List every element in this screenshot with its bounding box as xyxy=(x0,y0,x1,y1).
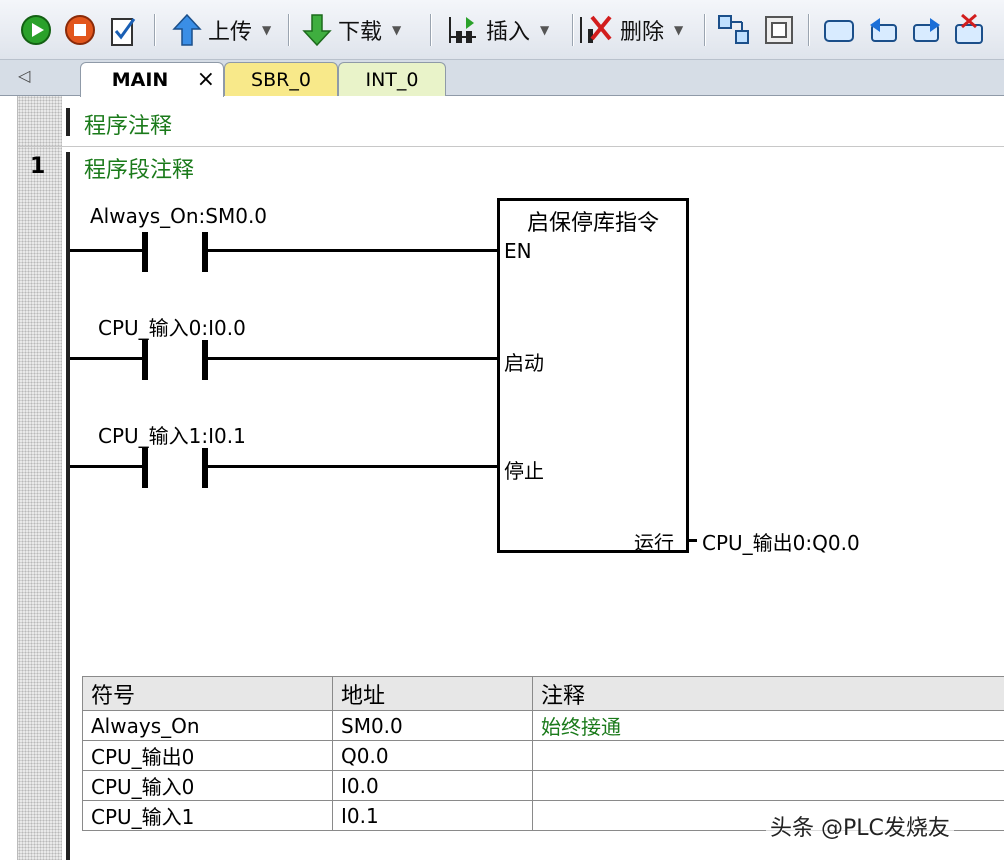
back-arrow-icon xyxy=(870,18,897,42)
wire xyxy=(70,249,146,252)
cell-comment[interactable]: 始终接通 xyxy=(532,710,1004,741)
download-button[interactable]: 下载 ▼ xyxy=(302,10,401,50)
upload-label: 上传 xyxy=(208,20,253,45)
contact-input-0-right[interactable] xyxy=(202,340,208,380)
download-arrow-icon xyxy=(302,14,332,47)
contact-label-input-1[interactable]: CPU_输入1:I0.1 xyxy=(98,420,246,449)
tab-scroll-left-icon[interactable]: ◁ xyxy=(18,66,30,85)
tab-main-label: MAIN xyxy=(111,69,169,91)
compile-check-icon xyxy=(111,18,136,46)
contact-label-always-on[interactable]: Always_On:SM0.0 xyxy=(90,204,267,228)
wire xyxy=(206,249,500,252)
block-title: 启保停库指令 xyxy=(526,211,659,236)
contact-label-input-0[interactable]: CPU_输入0:I0.0 xyxy=(98,312,246,341)
pin-en: EN xyxy=(504,239,532,263)
cell-address[interactable]: I0.0 xyxy=(332,770,533,801)
cell-symbol[interactable]: CPU_输出0 xyxy=(82,740,333,771)
cell-address[interactable]: Q0.0 xyxy=(332,740,533,771)
pin-stop: 停止 xyxy=(504,459,544,483)
run-icon xyxy=(21,15,51,45)
output-label[interactable]: CPU_输出0:Q0.0 xyxy=(702,527,860,556)
contact-input-1-left[interactable] xyxy=(142,448,148,488)
pin-run: 运行 xyxy=(634,531,674,555)
contact-input-1-right[interactable] xyxy=(202,448,208,488)
table-header-row: 符号 地址 注释 xyxy=(82,676,1004,711)
header-address[interactable]: 地址 xyxy=(332,676,533,711)
upload-dropdown-icon[interactable]: ▼ xyxy=(262,23,271,37)
stop-icon xyxy=(65,15,95,45)
program-comment[interactable]: 程序注释 xyxy=(84,108,172,140)
editor-left-edge xyxy=(0,96,18,860)
close-window-button[interactable] xyxy=(952,10,986,50)
output-wire xyxy=(689,539,697,542)
contact-always-on-right[interactable] xyxy=(202,232,208,272)
cell-symbol[interactable]: CPU_输入1 xyxy=(82,800,333,831)
download-dropdown-icon[interactable]: ▼ xyxy=(392,23,401,37)
forward-arrow-icon xyxy=(913,18,940,42)
insert-label: 插入 xyxy=(486,20,531,45)
wire xyxy=(206,465,500,468)
cell-comment[interactable] xyxy=(532,770,1004,801)
network-gutter xyxy=(18,96,62,860)
compile-button[interactable] xyxy=(108,10,140,50)
power-rail xyxy=(66,152,70,860)
forward-button[interactable] xyxy=(910,10,944,50)
watermark: 头条 @PLC发烧友 xyxy=(766,808,954,844)
tab-sbr-0[interactable]: SBR_0 xyxy=(224,62,338,96)
cell-comment[interactable] xyxy=(532,740,1004,771)
back-button[interactable] xyxy=(866,10,900,50)
delete-label: 删除 xyxy=(620,20,665,45)
cell-address[interactable]: I0.1 xyxy=(332,800,533,831)
cell-address[interactable]: SM0.0 xyxy=(332,710,533,741)
tab-sbr-0-label: SBR_0 xyxy=(251,68,311,91)
cell-symbol[interactable]: CPU_输入0 xyxy=(82,770,333,801)
table-row[interactable]: CPU_输入0 I0.0 xyxy=(82,770,1004,801)
insert-button[interactable]: 插入 ▼ xyxy=(446,10,549,50)
delete-dropdown-icon[interactable]: ▼ xyxy=(674,23,683,37)
cell-symbol[interactable]: Always_On xyxy=(82,710,333,741)
block-view-button[interactable] xyxy=(762,10,798,50)
header-comment[interactable]: 注释 xyxy=(532,676,1004,711)
pin-start: 启动 xyxy=(504,351,544,375)
stop-button[interactable] xyxy=(64,10,96,50)
close-icon[interactable]: × xyxy=(197,67,215,92)
network-number: 1 xyxy=(30,154,46,179)
upload-arrow-icon xyxy=(172,13,202,46)
contact-always-on-left[interactable] xyxy=(142,232,148,272)
close-window-icon xyxy=(955,13,983,44)
block-view-icon xyxy=(765,16,793,44)
tab-int-0[interactable]: INT_0 xyxy=(338,62,446,96)
delete-button[interactable]: 删除 ▼ xyxy=(578,10,683,50)
network-button[interactable] xyxy=(716,10,752,50)
table-row[interactable]: CPU_输出0 Q0.0 xyxy=(82,740,1004,771)
network-comment[interactable]: 程序段注释 xyxy=(84,152,194,184)
wire xyxy=(70,357,146,360)
window-button[interactable] xyxy=(822,10,856,50)
insert-icon xyxy=(449,17,476,43)
run-button[interactable] xyxy=(20,10,52,50)
tab-main[interactable]: MAIN × xyxy=(80,62,224,97)
network-view-icon xyxy=(718,15,749,44)
upload-button[interactable]: 上传 ▼ xyxy=(172,10,271,50)
delete-icon xyxy=(580,15,612,43)
tab-bar: ◁ MAIN × SBR_0 INT_0 xyxy=(0,60,1004,97)
header-symbol[interactable]: 符号 xyxy=(82,676,333,711)
table-row[interactable]: Always_On SM0.0 始终接通 xyxy=(82,710,1004,741)
wire xyxy=(70,465,146,468)
insert-dropdown-icon[interactable]: ▼ xyxy=(540,23,549,37)
contact-input-0-left[interactable] xyxy=(142,340,148,380)
wire xyxy=(206,357,500,360)
window-icon xyxy=(824,20,854,42)
toolbar: 上传 ▼ 下载 ▼ 插入 ▼ 删除 ▼ xyxy=(0,0,1004,60)
download-label: 下载 xyxy=(338,20,383,45)
network-divider xyxy=(18,146,1004,147)
comment-bar xyxy=(66,108,70,136)
tab-int-0-label: INT_0 xyxy=(365,68,419,91)
